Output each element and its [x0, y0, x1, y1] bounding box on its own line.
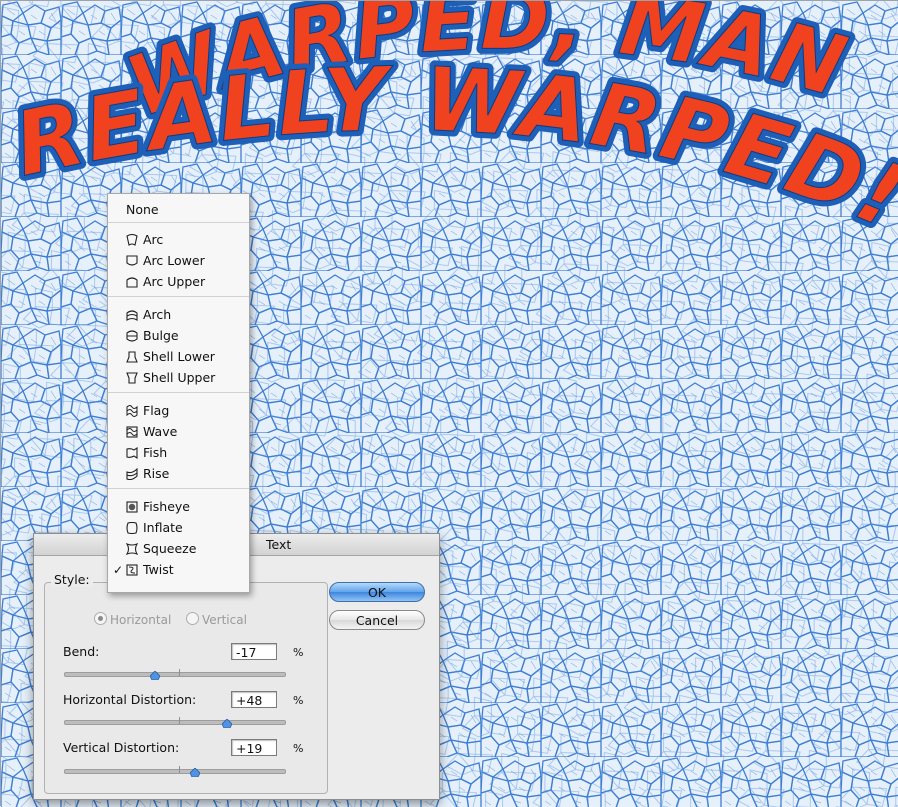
- menu-item-wave[interactable]: Wave: [108, 422, 249, 442]
- menu-item-arc[interactable]: Arc: [108, 230, 249, 250]
- style-label: Style:: [51, 572, 93, 587]
- wave-icon: [126, 426, 138, 438]
- horizontal-label: Horizontal: [110, 613, 172, 627]
- bend-slider-center-tick: [179, 669, 180, 676]
- menu-separator: [108, 296, 249, 297]
- menu-item-fisheye[interactable]: Fisheye: [108, 497, 249, 517]
- horizontal-distortion-slider-thumb[interactable]: [221, 719, 232, 728]
- bulge-icon: [126, 330, 138, 342]
- rise-icon: [126, 468, 138, 480]
- vertical-distortion-label: Vertical Distortion:: [63, 740, 180, 755]
- shell-upper-icon: [126, 372, 138, 384]
- menu-item-arc-upper[interactable]: Arc Upper: [108, 272, 249, 292]
- menu-item-inflate[interactable]: Inflate: [108, 518, 249, 538]
- horizontal-distortion-label: Horizontal Distortion:: [63, 692, 197, 707]
- horizontal-distortion-input[interactable]: +48: [231, 691, 277, 708]
- vertical-radio[interactable]: Vertical: [186, 612, 247, 627]
- bend-label: Bend:: [63, 644, 100, 659]
- bend-slider-track[interactable]: [64, 672, 286, 677]
- menu-item-fish[interactable]: Fish: [108, 443, 249, 463]
- vertical-distortion-percent: %: [293, 742, 304, 755]
- horizontal-radio-button[interactable]: [94, 612, 107, 625]
- menu-separator: [108, 392, 249, 393]
- bend-input[interactable]: -17: [231, 643, 277, 660]
- fish-icon: [126, 447, 138, 459]
- vertical-distortion-slider-center-tick: [179, 766, 180, 773]
- menu-separator: [108, 488, 249, 489]
- bend-percent: %: [293, 646, 304, 659]
- horizontal-radio[interactable]: Horizontal: [94, 612, 171, 627]
- dialog-title: Text: [266, 537, 292, 552]
- menu-item-rise[interactable]: Rise: [108, 464, 249, 484]
- flag-icon: [126, 405, 138, 417]
- arc-upper-icon: [126, 277, 138, 288]
- twist-icon: [126, 564, 138, 576]
- menu-item-bulge[interactable]: Bulge: [108, 326, 249, 346]
- menu-item-shell-upper[interactable]: Shell Upper: [108, 368, 249, 388]
- vertical-distortion-slider-thumb[interactable]: [189, 768, 200, 777]
- arc-icon: [126, 234, 138, 246]
- menu-item-flag[interactable]: Flag: [108, 401, 249, 421]
- vertical-radio-button[interactable]: [186, 612, 199, 625]
- bend-slider-thumb[interactable]: [150, 671, 161, 680]
- squeeze-icon: [126, 543, 138, 555]
- horizontal-distortion-percent: %: [293, 694, 304, 707]
- warp-style-menu: None Arc Arc Lower Arc Upper Arch Bulge …: [107, 193, 250, 593]
- menu-item-arch[interactable]: Arch: [108, 305, 249, 325]
- vertical-distortion-input[interactable]: +19: [231, 739, 277, 756]
- arch-icon: [126, 310, 138, 321]
- menu-item-twist[interactable]: ✓ Twist: [108, 560, 249, 580]
- fisheye-icon: [126, 501, 138, 513]
- menu-separator: [108, 222, 249, 223]
- horizontal-distortion-slider-center-tick: [179, 717, 180, 724]
- menu-item-shell-lower[interactable]: Shell Lower: [108, 347, 249, 367]
- checkmark-icon: ✓: [113, 563, 124, 577]
- inflate-icon: [126, 522, 138, 534]
- horizontal-distortion-slider-track[interactable]: [64, 720, 286, 725]
- menu-item-arc-lower[interactable]: Arc Lower: [108, 251, 249, 271]
- vertical-label: Vertical: [202, 613, 247, 627]
- shell-lower-icon: [126, 351, 138, 363]
- menu-item-squeeze[interactable]: Squeeze: [108, 539, 249, 559]
- menu-item-none[interactable]: None: [108, 200, 249, 220]
- vertical-distortion-slider-track[interactable]: [64, 769, 286, 774]
- arc-lower-icon: [126, 255, 138, 266]
- cancel-button[interactable]: Cancel: [329, 610, 425, 630]
- ok-button[interactable]: OK: [329, 582, 425, 602]
